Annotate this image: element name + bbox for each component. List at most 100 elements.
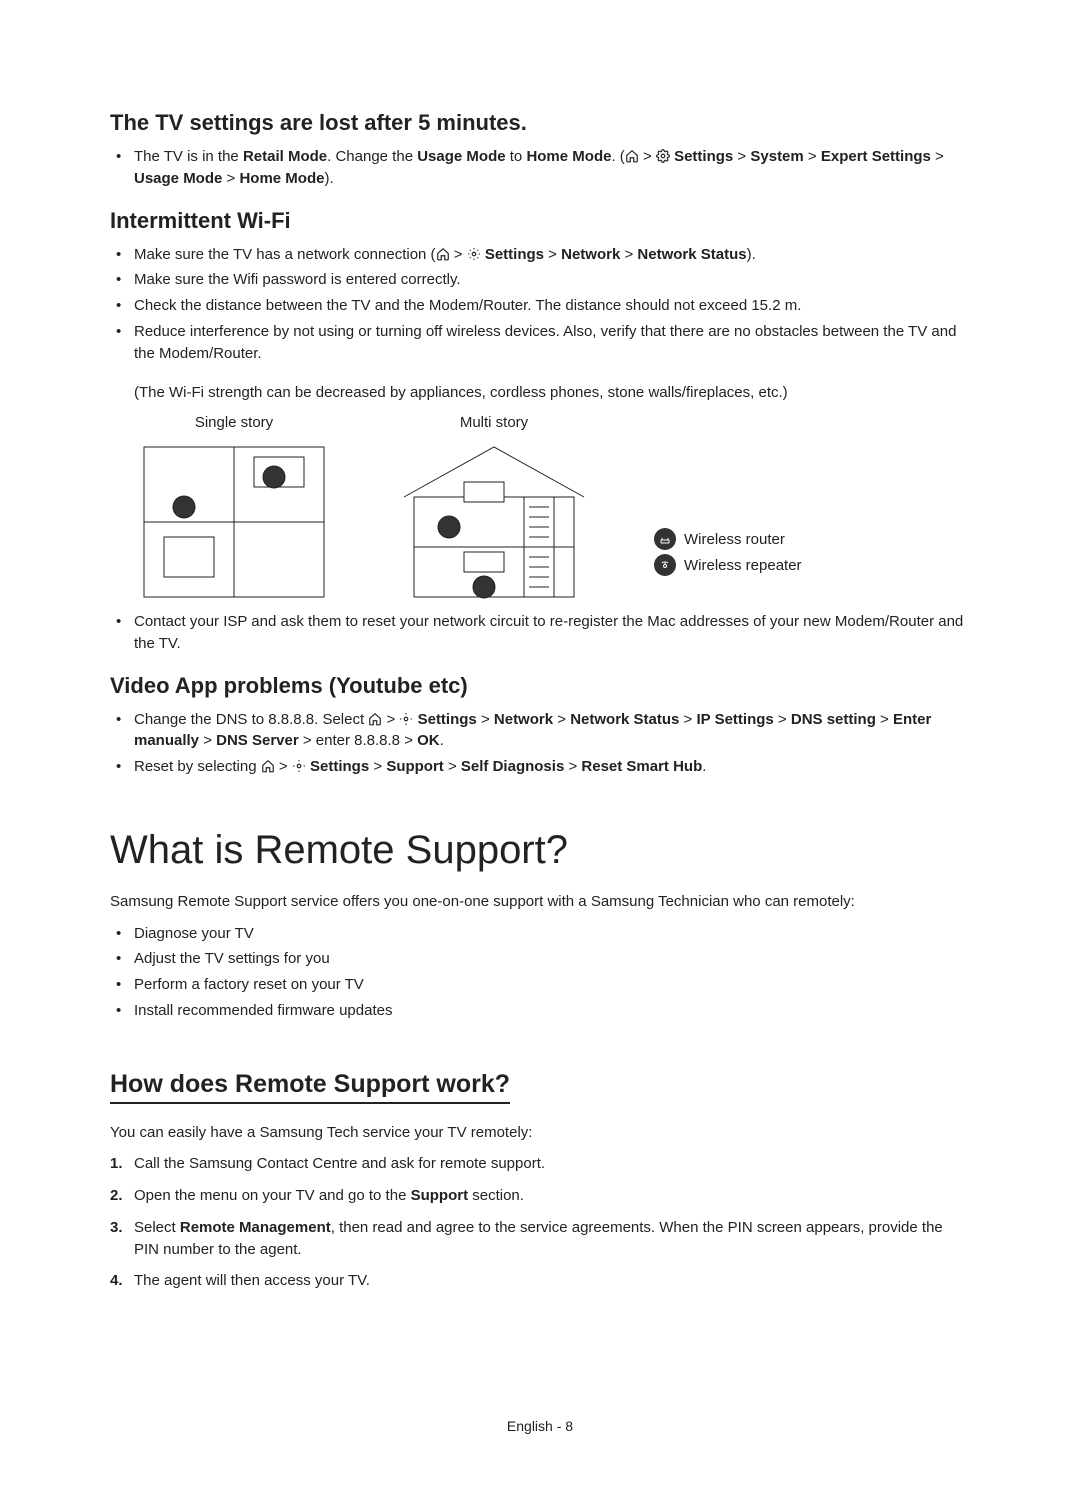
gear-icon (292, 758, 306, 772)
text: Make sure the TV has a network connectio… (134, 246, 436, 263)
list-item: Install recommended firmware updates (110, 1000, 970, 1022)
list-item: Contact your ISP and ask them to reset y… (110, 611, 970, 655)
heading-remote-support: What is Remote Support? (110, 828, 970, 873)
list-item: Change the DNS to 8.8.8.8. Select > Sett… (110, 709, 970, 753)
gear-icon (467, 246, 481, 260)
intro-how: You can easily have a Samsung Tech servi… (110, 1122, 970, 1144)
list-video: Change the DNS to 8.8.8.8. Select > Sett… (110, 709, 970, 778)
text: enter 8.8.8.8 (316, 732, 404, 749)
path: DNS Server (216, 732, 299, 749)
path: Reset Smart Hub (581, 758, 702, 775)
separator: > (404, 732, 417, 749)
note-wifi-strength: (The Wi-Fi strength can be decreased by … (110, 382, 970, 404)
path-system: System (750, 148, 803, 165)
list-item: Make sure the Wifi password is entered c… (110, 269, 970, 291)
text: Reset by selecting (134, 758, 261, 775)
text-bold: Retail Mode (243, 148, 327, 165)
separator: > (444, 758, 461, 775)
step-item: Select Remote Management, then read and … (110, 1217, 970, 1261)
gear-icon (656, 148, 670, 162)
list-item: Diagnose your TV (110, 923, 970, 945)
separator: > (639, 148, 656, 165)
heading-video: Video App problems (Youtube etc) (110, 673, 970, 699)
list-tv-lost: The TV is in the Retail Mode. Change the… (110, 146, 970, 190)
path-settings: Settings (485, 246, 544, 263)
separator: > (804, 148, 821, 165)
home-icon (625, 148, 639, 162)
legend-label: Wireless repeater (684, 557, 802, 574)
gear-icon (399, 711, 413, 725)
router-icon (654, 528, 676, 550)
list-item: Check the distance between the TV and th… (110, 295, 970, 317)
list-item: Reset by selecting > Settings > Support … (110, 756, 970, 778)
path-settings: Settings (674, 148, 733, 165)
list-item: Perform a factory reset on your TV (110, 974, 970, 996)
text-bold: Usage Mode (417, 148, 505, 165)
list-wifi-2: Contact your ISP and ask them to reset y… (110, 611, 970, 655)
separator: > (620, 246, 637, 263)
figure-single-story: Single story (134, 414, 334, 607)
home-icon (436, 246, 450, 260)
path: DNS setting (791, 711, 876, 728)
steps-how: Call the Samsung Contact Centre and ask … (110, 1153, 970, 1292)
list-item: Reduce interference by not using or turn… (110, 321, 970, 365)
figure-label: Single story (195, 414, 273, 431)
separator: > (931, 148, 944, 165)
path-status: Network Status (637, 246, 746, 263)
text-bold: Remote Management (180, 1219, 331, 1236)
separator: > (382, 711, 399, 728)
text: Change the DNS to 8.8.8.8. Select (134, 711, 368, 728)
step-item: The agent will then access your TV. (110, 1270, 970, 1292)
path-expert: Expert Settings (821, 148, 931, 165)
home-icon (368, 711, 382, 725)
path-usage: Usage Mode (134, 170, 222, 187)
path: IP Settings (697, 711, 774, 728)
figure-label: Multi story (460, 414, 528, 431)
text: . ( (611, 148, 624, 165)
text: ). (747, 246, 756, 263)
heading-wifi: Intermittent Wi-Fi (110, 208, 970, 234)
path-home: Home Mode (239, 170, 324, 187)
path: Self Diagnosis (461, 758, 564, 775)
path-network: Network (561, 246, 620, 263)
footer-lang: English (507, 1418, 553, 1434)
separator: > (679, 711, 696, 728)
intro-remote: Samsung Remote Support service offers yo… (110, 891, 970, 913)
separator: > (369, 758, 386, 775)
separator: > (222, 170, 239, 187)
separator: > (477, 711, 494, 728)
figures-row: Single story Multi story (134, 414, 970, 607)
figure-multi-story: Multi story (394, 414, 594, 607)
text-bold: Support (411, 1187, 469, 1204)
text: section. (468, 1187, 524, 1204)
figure-legend: Wireless router Wireless repeater (654, 524, 802, 580)
page-footer: English - 8 (0, 1418, 1080, 1434)
path: Settings (418, 711, 477, 728)
house-multi-icon (394, 437, 594, 607)
text-bold: Home Mode (526, 148, 611, 165)
home-icon (261, 758, 275, 772)
separator: > (733, 148, 750, 165)
text: Open the menu on your TV and go to the (134, 1187, 411, 1204)
list-remote: Diagnose your TV Adjust the TV settings … (110, 923, 970, 1022)
separator: > (564, 758, 581, 775)
separator: > (876, 711, 893, 728)
text: Select (134, 1219, 180, 1236)
list-item: Make sure the TV has a network connectio… (110, 244, 970, 266)
repeater-icon (654, 554, 676, 576)
list-item: Adjust the TV settings for you (110, 948, 970, 970)
separator: > (199, 732, 216, 749)
text: . Change the (327, 148, 417, 165)
separator: > (450, 246, 467, 263)
separator: > (299, 732, 316, 749)
separator: > (275, 758, 292, 775)
path: Network (494, 711, 553, 728)
separator: > (544, 246, 561, 263)
list-wifi: Make sure the TV has a network connectio… (110, 244, 970, 365)
heading-how: How does Remote Support work? (110, 1070, 510, 1104)
step-item: Call the Samsung Contact Centre and ask … (110, 1153, 970, 1175)
list-item: The TV is in the Retail Mode. Change the… (110, 146, 970, 190)
legend-label: Wireless router (684, 531, 785, 548)
legend-row-repeater: Wireless repeater (654, 554, 802, 576)
text: The TV is in the (134, 148, 243, 165)
